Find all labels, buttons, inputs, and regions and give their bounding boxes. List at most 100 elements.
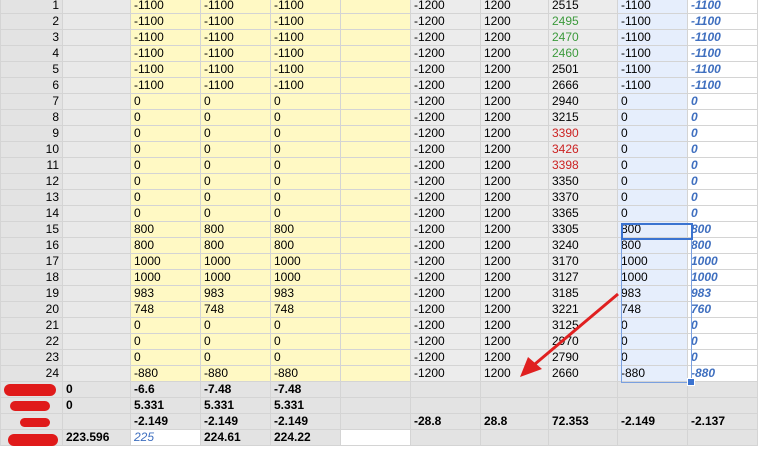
row-header[interactable]: 3	[0, 29, 63, 46]
summary-cell-col-g[interactable]	[480, 429, 549, 446]
cell-col-j[interactable]: -1100	[687, 77, 758, 94]
cell-col-f[interactable]: -1200	[410, 13, 481, 30]
cell-col-i[interactable]: 0	[617, 157, 688, 174]
cell-col-e[interactable]	[340, 189, 411, 206]
cell-col-i[interactable]: -1100	[617, 13, 688, 30]
cell-col-e[interactable]	[340, 29, 411, 46]
cell-col-d[interactable]: 0	[270, 333, 341, 350]
summary-cell-col-d[interactable]: -2.149	[270, 413, 341, 430]
summary-cell-col-j[interactable]	[687, 381, 758, 398]
cell-col-i[interactable]: 800	[617, 221, 688, 238]
cell-col-a[interactable]	[62, 269, 131, 286]
row-header[interactable]: 10	[0, 141, 63, 158]
cell-col-b[interactable]: -1100	[130, 61, 201, 78]
summary-cell-col-e[interactable]	[340, 397, 411, 414]
cell-col-j[interactable]: 0	[687, 333, 758, 350]
cell-col-c[interactable]: -1100	[200, 77, 271, 94]
summary-cell-col-d[interactable]: -7.48	[270, 381, 341, 398]
cell-col-b[interactable]: -880	[130, 365, 201, 382]
row-header[interactable]: 20	[0, 301, 63, 318]
summary-cell-col-b[interactable]: -6.6	[130, 381, 201, 398]
cell-col-f[interactable]: -1200	[410, 317, 481, 334]
cell-col-a[interactable]	[62, 205, 131, 222]
cell-col-e[interactable]	[340, 93, 411, 110]
summary-cell-col-g[interactable]	[480, 397, 549, 414]
cell-col-e[interactable]	[340, 365, 411, 382]
cell-col-g[interactable]: 1200	[480, 333, 549, 350]
row-header[interactable]: 23	[0, 349, 63, 366]
cell-col-e[interactable]	[340, 173, 411, 190]
cell-col-e[interactable]	[340, 77, 411, 94]
cell-col-h[interactable]: 3221	[548, 301, 618, 318]
cell-col-f[interactable]: -1200	[410, 237, 481, 254]
cell-col-i[interactable]: 0	[617, 333, 688, 350]
cell-col-c[interactable]: 0	[200, 141, 271, 158]
row-header[interactable]: 24	[0, 365, 63, 382]
cell-col-h[interactable]: 3215	[548, 109, 618, 126]
cell-col-d[interactable]: 0	[270, 189, 341, 206]
summary-cell-col-i[interactable]: -2.149	[617, 413, 688, 430]
cell-col-h[interactable]: 3125	[548, 317, 618, 334]
cell-col-f[interactable]: -1200	[410, 301, 481, 318]
cell-col-c[interactable]: 0	[200, 189, 271, 206]
cell-col-e[interactable]	[340, 333, 411, 350]
cell-col-e[interactable]	[340, 253, 411, 270]
cell-col-j[interactable]: 1000	[687, 253, 758, 270]
cell-col-j[interactable]: 0	[687, 157, 758, 174]
cell-col-g[interactable]: 1200	[480, 205, 549, 222]
cell-col-a[interactable]	[62, 109, 131, 126]
cell-col-d[interactable]: 1000	[270, 253, 341, 270]
cell-col-i[interactable]: -1100	[617, 29, 688, 46]
cell-col-d[interactable]: 0	[270, 157, 341, 174]
row-header[interactable]: 19	[0, 285, 63, 302]
cell-col-a[interactable]	[62, 237, 131, 254]
summary-cell-col-d[interactable]: 224.22	[270, 429, 341, 446]
cell-col-j[interactable]: 0	[687, 205, 758, 222]
cell-col-g[interactable]: 1200	[480, 317, 549, 334]
cell-col-d[interactable]: 0	[270, 125, 341, 142]
cell-col-f[interactable]: -1200	[410, 285, 481, 302]
cell-col-c[interactable]: 0	[200, 333, 271, 350]
cell-col-f[interactable]: -1200	[410, 157, 481, 174]
cell-col-e[interactable]	[340, 141, 411, 158]
cell-col-b[interactable]: -1100	[130, 13, 201, 30]
row-header[interactable]: 9	[0, 125, 63, 142]
summary-cell-col-h[interactable]: 72.353	[548, 413, 618, 430]
cell-col-b[interactable]: 800	[130, 237, 201, 254]
cell-col-g[interactable]: 1200	[480, 13, 549, 30]
cell-col-g[interactable]: 1200	[480, 109, 549, 126]
cell-col-h[interactable]: 2501	[548, 61, 618, 78]
cell-col-h[interactable]: 3305	[548, 221, 618, 238]
cell-col-e[interactable]	[340, 317, 411, 334]
row-header[interactable]: 18	[0, 269, 63, 286]
cell-col-i[interactable]: 0	[617, 317, 688, 334]
cell-col-c[interactable]: -1100	[200, 0, 271, 14]
cell-col-g[interactable]: 1200	[480, 365, 549, 382]
cell-col-b[interactable]: 0	[130, 317, 201, 334]
cell-col-g[interactable]: 1200	[480, 45, 549, 62]
cell-col-f[interactable]: -1200	[410, 29, 481, 46]
cell-col-f[interactable]: -1200	[410, 125, 481, 142]
cell-col-a[interactable]	[62, 93, 131, 110]
cell-col-j[interactable]: 1000	[687, 269, 758, 286]
cell-col-h[interactable]: 3426	[548, 141, 618, 158]
cell-col-h[interactable]: 2940	[548, 93, 618, 110]
cell-col-f[interactable]: -1200	[410, 141, 481, 158]
cell-col-c[interactable]: 0	[200, 173, 271, 190]
summary-cell-col-g[interactable]	[480, 381, 549, 398]
cell-col-c[interactable]: 0	[200, 93, 271, 110]
cell-col-i[interactable]: 1000	[617, 253, 688, 270]
summary-cell-col-h[interactable]	[548, 397, 618, 414]
cell-col-b[interactable]: 0	[130, 173, 201, 190]
summary-cell-col-e[interactable]	[340, 429, 411, 446]
cell-col-h[interactable]: 2790	[548, 349, 618, 366]
cell-col-j[interactable]: -1100	[687, 61, 758, 78]
cell-col-f[interactable]: -1200	[410, 365, 481, 382]
cell-col-d[interactable]: 0	[270, 109, 341, 126]
row-header[interactable]: 13	[0, 189, 63, 206]
cell-col-g[interactable]: 1200	[480, 189, 549, 206]
cell-col-j[interactable]: -1100	[687, 45, 758, 62]
summary-cell-col-b[interactable]: -2.149	[130, 413, 201, 430]
cell-col-a[interactable]	[62, 365, 131, 382]
row-header[interactable]: 8	[0, 109, 63, 126]
